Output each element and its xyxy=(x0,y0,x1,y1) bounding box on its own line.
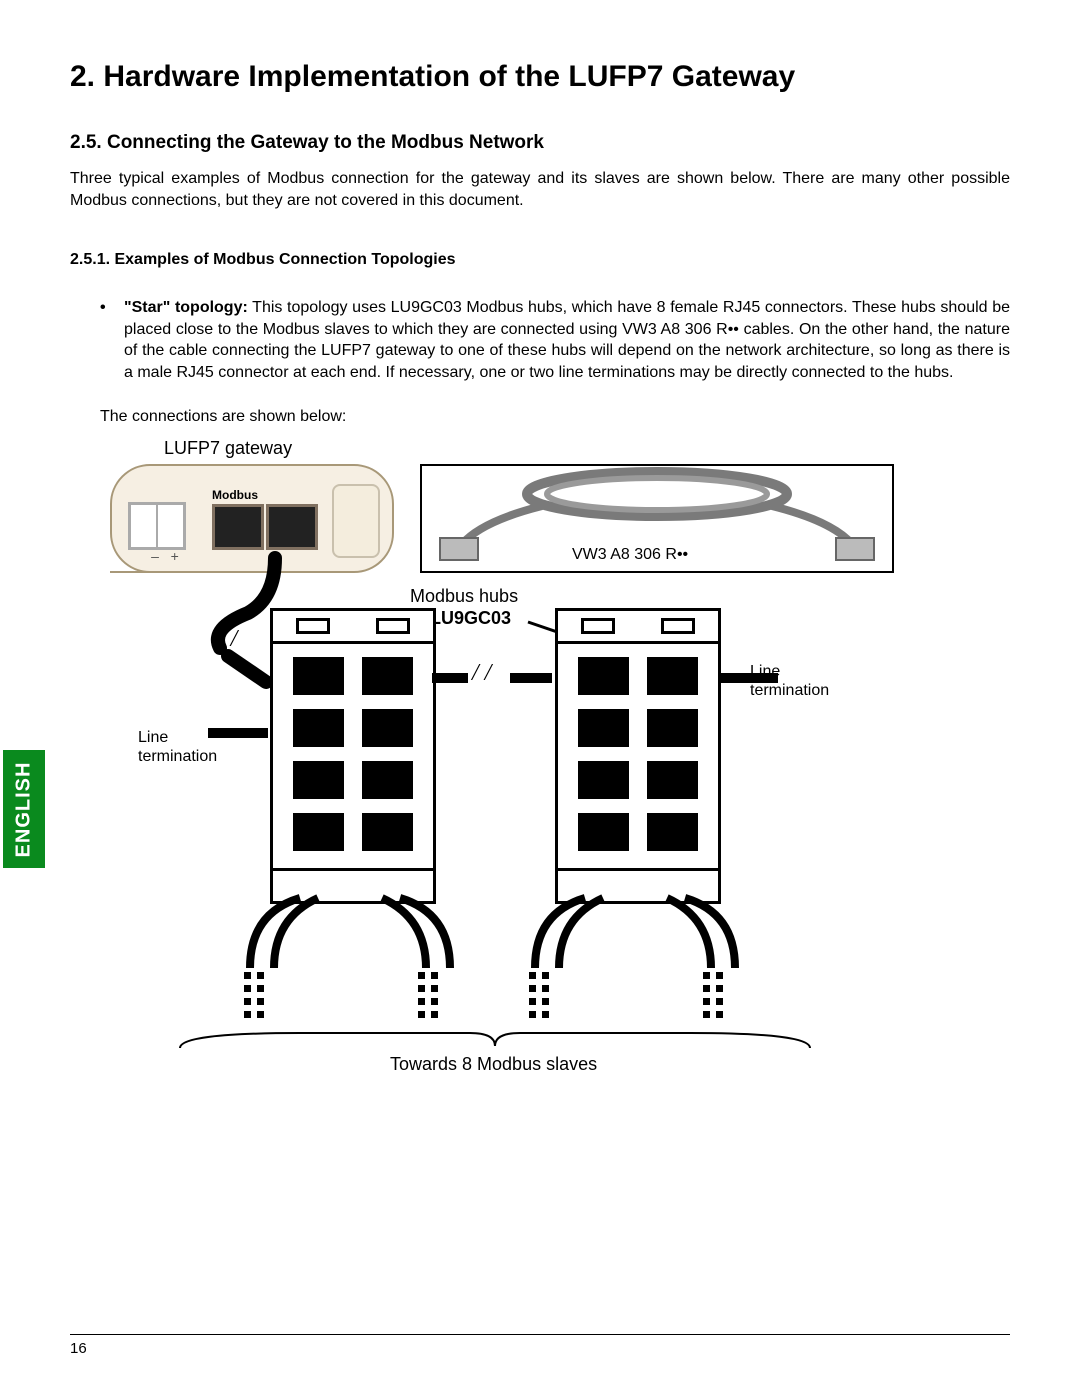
subsection-heading: 2.5.1. Examples of Modbus Connection Top… xyxy=(70,251,1010,269)
page-title: 2. Hardware Implementation of the LUFP7 … xyxy=(70,60,1010,94)
cable-continuation-dots xyxy=(529,972,549,1018)
bullet-item: • "Star" topology: This topology uses LU… xyxy=(100,297,1010,383)
cable-continuation-dots xyxy=(703,972,723,1018)
slaves-label: Towards 8 Modbus slaves xyxy=(390,1054,597,1075)
footer-rule xyxy=(70,1334,1010,1335)
bullet-text: This topology uses LU9GC03 Modbus hubs, … xyxy=(124,299,1010,381)
cable-paths-icon xyxy=(100,438,900,1088)
line-termination-right-label: Line termination xyxy=(750,662,829,700)
cable-break-icon: / / xyxy=(472,660,491,687)
section-heading: 2.5. Connecting the Gateway to the Modbu… xyxy=(70,132,1010,154)
line-termination-left-label: Line termination xyxy=(138,728,217,766)
bullet-marker: • xyxy=(100,297,124,383)
topology-diagram: LUFP7 gateway Modbus – + VW3 A8 306 R•• … xyxy=(100,438,900,1088)
intro-paragraph: Three typical examples of Modbus connect… xyxy=(70,168,1010,211)
bullet-lead: "Star" topology: xyxy=(124,299,248,316)
cable-continuation-dots xyxy=(244,972,264,1018)
connections-caption: The connections are shown below: xyxy=(100,408,1010,426)
cable-break-icon: / / xyxy=(218,626,237,653)
cable-continuation-dots xyxy=(418,972,438,1018)
page-number: 16 xyxy=(70,1340,87,1357)
language-tab: ENGLISH xyxy=(3,750,45,868)
